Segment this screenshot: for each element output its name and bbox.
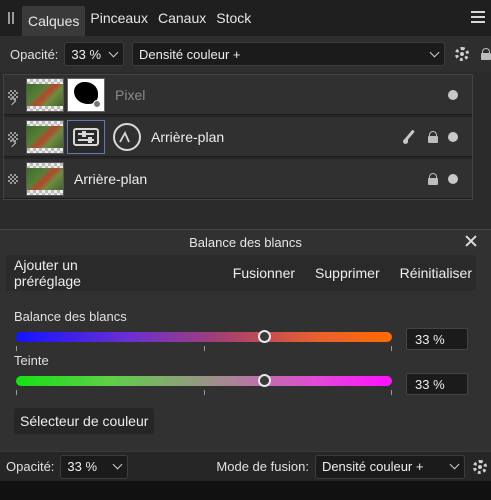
layers-list: Pixel Arrière-plan Arrière-plan: [3, 74, 473, 200]
layer-name: Pixel: [115, 86, 146, 103]
tab-stock[interactable]: Stock: [211, 0, 256, 36]
blend-mode-label: Mode de fusion:: [216, 459, 309, 474]
white-balance-slider[interactable]: [16, 330, 392, 343]
chevron-down-icon: [449, 459, 460, 470]
white-balance-slider-ticks: [16, 346, 392, 351]
delete-button[interactable]: Supprimer: [311, 265, 384, 281]
lock-icon[interactable]: [428, 131, 438, 143]
blend-mode-dropdown[interactable]: Densité couleur +: [131, 42, 446, 66]
tab-calques[interactable]: Calques: [22, 6, 86, 36]
layer-thumbnail: [26, 77, 64, 112]
white-balance-value-field[interactable]: 33 %: [406, 328, 468, 350]
mask-thumbnail: [67, 77, 105, 112]
lock-icon[interactable]: [481, 48, 491, 60]
layer-options-toolbar: Opacité: 33 % Densité couleur +: [0, 36, 491, 72]
visibility-dot-icon[interactable]: [448, 90, 458, 100]
merge-button[interactable]: Fusionner: [229, 265, 299, 281]
opacity-label: Opacité:: [10, 46, 59, 62]
layer-thumbnail: [26, 119, 64, 154]
tint-value-field[interactable]: 33 %: [406, 373, 468, 395]
dialog-title: Balance des blancs: [189, 234, 302, 250]
preset-bar: Ajouter un préréglage Fusionner Supprime…: [6, 255, 476, 291]
opacity-dropdown[interactable]: 33 %: [64, 42, 124, 66]
color-picker-button[interactable]: Sélecteur de couleur: [14, 408, 155, 434]
layer-thumbnail: [26, 161, 64, 196]
chevron-down-icon: [112, 459, 123, 470]
layer-toggle-icon[interactable]: [8, 173, 18, 184]
adjustment-icon: [73, 127, 99, 146]
panel-menu-icon[interactable]: [471, 11, 485, 23]
white-balance-adjustment-thumbnail[interactable]: [67, 119, 105, 154]
close-icon[interactable]: [465, 235, 477, 247]
layer-name: Arrière-plan: [74, 170, 148, 187]
chevron-down-icon: [429, 47, 440, 57]
curve-icon: [119, 130, 130, 142]
lock-icon[interactable]: [428, 173, 438, 185]
adjustment-bottom-bar: Opacité: 33 % Mode de fusion: Densité co…: [0, 451, 491, 481]
panel-grip-icon[interactable]: [0, 0, 22, 36]
footer-strip: [0, 481, 491, 500]
chevron-down-icon: [108, 47, 119, 57]
gear-icon[interactable]: [455, 47, 470, 61]
layer-row-background[interactable]: Arrière-plan: [4, 159, 472, 199]
white-balance-slider-handle[interactable]: [258, 330, 272, 343]
dialog-header: Balance des blancs: [0, 230, 491, 254]
white-balance-dialog: Balance des blancs Ajouter un préréglage…: [0, 229, 491, 451]
layer-row-pixel[interactable]: Pixel: [4, 75, 472, 115]
bottom-blend-mode-dropdown[interactable]: Densité couleur +: [314, 454, 465, 479]
add-preset-button[interactable]: Ajouter un préréglage: [10, 257, 149, 289]
reset-button[interactable]: Réinitialiser: [396, 265, 476, 281]
bottom-opacity-label: Opacité:: [6, 459, 55, 474]
tint-slider[interactable]: [16, 374, 392, 387]
white-balance-slider-label: Balance des blancs: [14, 309, 127, 324]
gear-icon[interactable]: [472, 459, 487, 474]
tint-slider-handle[interactable]: [258, 374, 272, 387]
blend-mode-value: Densité couleur +: [138, 46, 241, 62]
panel-tab-bar: Calques Pinceaux Canaux Stock: [0, 0, 491, 36]
opacity-value: 33 %: [71, 46, 102, 62]
tint-slider-label: Teinte: [14, 353, 49, 368]
live-filter-icon[interactable]: [113, 122, 141, 151]
brush-icon[interactable]: [402, 130, 416, 144]
tab-canaux[interactable]: Canaux: [153, 0, 211, 36]
visibility-dot-icon[interactable]: [448, 174, 458, 184]
bottom-blend-mode-value: Densité couleur +: [321, 459, 424, 474]
layer-name: Arrière-plan: [151, 128, 225, 145]
tab-pinceaux[interactable]: Pinceaux: [85, 0, 153, 36]
bottom-opacity-dropdown[interactable]: 33 %: [60, 454, 129, 479]
visibility-dot-icon[interactable]: [448, 132, 458, 142]
bottom-opacity-value: 33 %: [67, 459, 98, 474]
layer-row-background-adjusted[interactable]: Arrière-plan: [4, 117, 472, 157]
tint-slider-ticks: [16, 390, 392, 395]
